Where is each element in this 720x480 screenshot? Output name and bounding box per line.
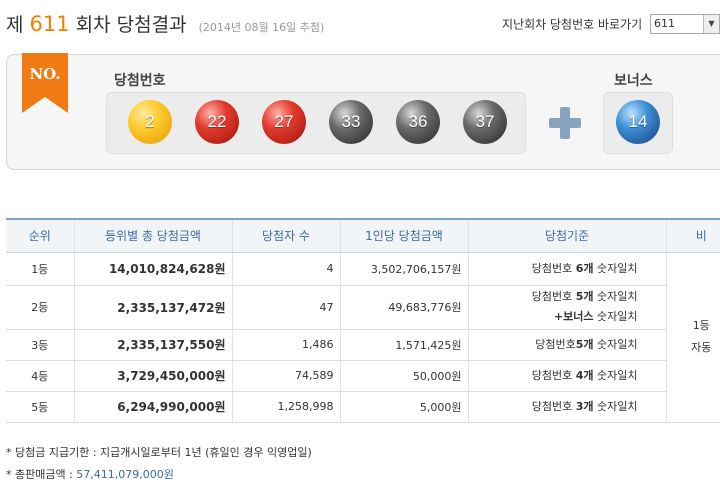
table-header-row: 순위 등위별 총 당첨금액 당첨자 수 1인당 당첨금액 당첨기준 비 — [6, 218, 720, 253]
criteria-cell: 당첨번호5개 숫자일치 — [467, 329, 666, 361]
winners-cell: 47 — [231, 285, 340, 330]
ball-4: 33 — [329, 100, 373, 144]
winners-cell: 1,258,998 — [231, 391, 340, 423]
no-badge-label: NO. — [29, 65, 61, 83]
winners-cell: 74,589 — [231, 360, 340, 392]
ball-5: 36 — [396, 100, 440, 144]
total-sales-note: * 총판매금액 : 57,411,079,000원 — [6, 466, 174, 480]
col-rank: 순위 — [6, 218, 74, 253]
round-select-value: 611 — [654, 17, 675, 30]
prize-table: 순위 등위별 총 당첨금액 당첨자 수 1인당 당첨금액 당첨기준 비 1등 1… — [6, 218, 720, 423]
past-round-nav: 지난회차 당첨번호 바로가기 611 ▼ — [502, 14, 720, 34]
table-row: 1등 14,010,824,628원 4 3,502,706,157원 당첨번호… — [6, 252, 720, 423]
table-row: 3등 2,335,137,550원 1,486 1,571,425원 당첨번호5… — [6, 329, 720, 361]
criteria-cell: 당첨번호 4개 숫자일치 — [467, 360, 666, 392]
criteria-cell: 당첨번호 5개 숫자일치 +보너스 숫자일치 — [467, 285, 666, 330]
per-winner-cell: 49,683,776원 — [339, 285, 468, 330]
round-number: 611 — [29, 12, 70, 36]
per-winner-cell: 1,571,425원 — [339, 329, 468, 361]
total-cell: 3,729,450,000원 — [73, 360, 232, 392]
ball-6: 37 — [463, 100, 507, 144]
rank-cell: 3등 — [6, 329, 74, 361]
rank-cell: 2등 — [6, 285, 74, 330]
total-sales-label: * 총판매금액 : — [6, 468, 77, 480]
table-row: 5등 6,294,990,000원 1,258,998 5,000원 당첨번호 … — [6, 391, 720, 423]
title-prefix: 제 — [6, 14, 24, 36]
note-line-2: 자동 — [691, 341, 712, 354]
ball-2: 22 — [195, 100, 239, 144]
total-cell: 14,010,824,628원 — [73, 252, 232, 286]
ball-3: 27 — [262, 100, 306, 144]
table-row: 4등 3,729,450,000원 74,589 50,000원 당첨번호 4개… — [6, 360, 720, 392]
title-suffix: 회차 당첨결과 — [75, 14, 187, 36]
note-cell: 1등자동 — [665, 252, 720, 423]
criteria-cell: 당첨번호 3개 숫자일치 — [467, 391, 666, 423]
col-per-winner: 1인당 당첨금액 — [339, 218, 468, 253]
col-winners: 당첨자 수 — [231, 218, 340, 253]
total-sales-value: 57,411,079,000원 — [76, 468, 174, 480]
draw-date: (2014년 08월 16일 추첨) — [198, 21, 325, 34]
col-note: 비 — [665, 218, 720, 253]
no-badge: NO. — [22, 53, 68, 115]
bonus-label: 보너스 — [614, 73, 653, 89]
per-winner-cell: 3,502,706,157원 — [339, 252, 468, 286]
winners-cell: 1,486 — [231, 329, 340, 361]
total-cell: 6,294,990,000원 — [73, 391, 232, 423]
page-title: 제 611 회차 당첨결과 (2014년 08월 16일 추첨) — [6, 10, 324, 37]
winning-numbers-label: 당첨번호 — [114, 73, 166, 89]
per-winner-cell: 50,000원 — [339, 360, 468, 392]
rank-cell: 5등 — [6, 391, 74, 423]
rank-cell: 4등 — [6, 360, 74, 392]
payout-deadline-note: * 당첨금 지급기한 : 지급개시일로부터 1년 (휴일인 경우 익영업일) — [6, 446, 312, 459]
note-line-1: 1등 — [692, 319, 710, 332]
chevron-down-icon[interactable]: ▼ — [703, 15, 719, 33]
col-criteria: 당첨기준 — [467, 218, 666, 253]
total-cell: 2,335,137,550원 — [73, 329, 232, 361]
round-select[interactable]: 611 ▼ — [650, 14, 720, 34]
col-total: 등위별 총 당첨금액 — [73, 218, 232, 253]
rank-cell: 1등 — [6, 252, 74, 286]
table-row: 2등 2,335,137,472원 47 49,683,776원 당첨번호 5개… — [6, 285, 720, 330]
past-round-label: 지난회차 당첨번호 바로가기 — [502, 17, 643, 32]
ball-1: 2 — [128, 100, 172, 144]
plus-icon — [549, 107, 581, 139]
per-winner-cell: 5,000원 — [339, 391, 468, 423]
page-header: 제 611 회차 당첨결과 (2014년 08월 16일 추첨) 지난회차 당첨… — [6, 8, 720, 42]
total-cell: 2,335,137,472원 — [73, 285, 232, 330]
winners-cell: 4 — [231, 252, 340, 286]
criteria-cell: 당첨번호 6개 숫자일치 — [467, 252, 666, 286]
bonus-ball: 14 — [616, 100, 660, 144]
